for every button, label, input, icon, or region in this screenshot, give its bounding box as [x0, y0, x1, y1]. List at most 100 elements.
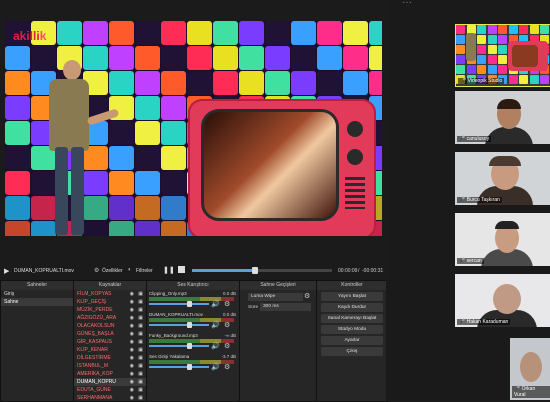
- pause-icon[interactable]: ❚❚: [163, 266, 175, 274]
- exit-button[interactable]: Çıkış: [321, 347, 383, 356]
- volume-slider-handle[interactable]: [187, 343, 192, 349]
- lock-icon[interactable]: ▣: [138, 338, 143, 346]
- disco-tile: [369, 21, 382, 45]
- play-icon[interactable]: ▶: [4, 267, 9, 275]
- source-item[interactable]: GİR_KASPAUS ◉ ▣: [74, 338, 146, 346]
- gear-icon[interactable]: ⚙: [224, 321, 230, 329]
- lock-icon[interactable]: ▣: [138, 306, 143, 314]
- participant-tile[interactable]: 🎤 canulusoy: [455, 91, 550, 144]
- participant-tile[interactable]: 🎤 Burcu Taşkıran: [455, 152, 550, 205]
- visibility-eye-icon[interactable]: ◉: [130, 386, 134, 394]
- transition-type-select[interactable]: Luma Wipe: [248, 293, 303, 301]
- volume-slider-handle[interactable]: [187, 364, 192, 370]
- volume-slider[interactable]: [149, 324, 209, 326]
- participant-tile[interactable]: 🎤 sercan: [455, 213, 550, 266]
- volume-slider[interactable]: [149, 303, 209, 305]
- disco-tile: [161, 46, 186, 70]
- speaker-icon[interactable]: 🔊: [211, 363, 220, 371]
- disco-tile: [161, 21, 186, 45]
- start-streaming-button[interactable]: Yayını Başlat: [321, 292, 383, 301]
- lock-icon[interactable]: ▣: [138, 378, 143, 386]
- visibility-eye-icon[interactable]: ◉: [130, 394, 134, 402]
- more-options-icon[interactable]: ···: [402, 0, 412, 8]
- volume-slider[interactable]: [149, 345, 209, 347]
- speaker-icon[interactable]: 🔊: [211, 342, 220, 350]
- visibility-eye-icon[interactable]: ◉: [130, 306, 134, 314]
- visibility-eye-icon[interactable]: ◉: [130, 298, 134, 306]
- lock-icon[interactable]: ▣: [138, 314, 143, 322]
- lock-icon[interactable]: ▣: [138, 290, 143, 298]
- lock-icon[interactable]: ▣: [138, 386, 143, 394]
- source-item[interactable]: KLİP_GEÇİŞ ◉ ▣: [74, 298, 146, 306]
- visibility-eye-icon[interactable]: ◉: [130, 290, 134, 298]
- participant-name: 🎤 Burcu Taşkıran: [457, 197, 502, 203]
- speaker-icon[interactable]: 🔊: [211, 321, 220, 329]
- gear-icon[interactable]: ⚙: [224, 342, 230, 350]
- disco-tile: [161, 196, 186, 220]
- gear-icon[interactable]: ⚙: [224, 363, 230, 371]
- gear-icon[interactable]: ⚙: [304, 292, 310, 300]
- lock-icon[interactable]: ▣: [138, 370, 143, 378]
- filter-icon[interactable]: ◐: [128, 267, 132, 273]
- disco-tile: [83, 196, 108, 220]
- source-item[interactable]: DİLGESTİRME ◉ ▣: [74, 354, 146, 362]
- participant-tile[interactable]: 🎤 Hakan Karaduman: [455, 274, 550, 327]
- source-item[interactable]: FİLM_KOPYAS ◉ ▣: [74, 290, 146, 298]
- disco-tile: [239, 21, 264, 45]
- duration-input[interactable]: 300 ms: [260, 303, 311, 311]
- scene-item-selected[interactable]: Sahne: [1, 298, 73, 306]
- source-item[interactable]: AĞZIGÖZÜ_ARA ◉ ▣: [74, 314, 146, 322]
- visibility-eye-icon[interactable]: ◉: [130, 338, 134, 346]
- stop-recording-button[interactable]: Kaydı Durdur: [321, 303, 383, 312]
- mini-disco-tile: [519, 75, 528, 84]
- scene-item[interactable]: Giriş: [1, 290, 73, 298]
- disco-tile: [83, 21, 108, 45]
- source-item[interactable]: AMERİKA_KOP ◉ ▣: [74, 370, 146, 378]
- lock-icon[interactable]: ▣: [138, 394, 143, 402]
- source-item[interactable]: İSTANBUL_M ◉ ▣: [74, 362, 146, 370]
- source-item[interactable]: MÜZİK_PERDE ◉ ▣: [74, 306, 146, 314]
- visibility-eye-icon[interactable]: ◉: [130, 362, 134, 370]
- mini-disco-tile: [508, 25, 518, 34]
- volume-slider-handle[interactable]: [187, 322, 192, 328]
- lock-icon[interactable]: ▣: [138, 330, 143, 338]
- participant-tile[interactable]: 🎤 Orkan Vural: [510, 338, 550, 400]
- start-virtual-camera-button[interactable]: Sanal Kamerayı Başlat: [321, 314, 383, 323]
- visibility-eye-icon[interactable]: ◉: [130, 354, 134, 362]
- participant-name: 🎤 Videopik Studio: [458, 78, 505, 84]
- mic-muted-icon: 🎤: [459, 258, 466, 264]
- volume-slider[interactable]: [149, 366, 209, 368]
- visibility-eye-icon[interactable]: ◉: [130, 322, 134, 330]
- stop-icon[interactable]: [178, 266, 185, 273]
- filters-button[interactable]: Filtreler: [136, 268, 153, 274]
- source-item[interactable]: SERHANMANA ◉ ▣: [74, 394, 146, 402]
- time-current: 00:00:09: [338, 268, 358, 274]
- source-item[interactable]: EDUTA_GÜNE ◉ ▣: [74, 386, 146, 394]
- visibility-eye-icon[interactable]: ◉: [130, 378, 134, 386]
- lock-icon[interactable]: ▣: [138, 354, 143, 362]
- studio-mode-button[interactable]: Stüdyo Modu: [321, 325, 383, 334]
- seek-handle[interactable]: [252, 267, 258, 274]
- source-item[interactable]: KLİP_KENAR ◉ ▣: [74, 346, 146, 354]
- visibility-eye-icon[interactable]: ◉: [130, 346, 134, 354]
- participant-tile-active[interactable]: 🎤 Videopik Studio: [455, 24, 550, 87]
- mixer-channel: Clipping_Only.mp3 0.0 dB 🔊 ⚙: [147, 290, 239, 311]
- visibility-eye-icon[interactable]: ◉: [130, 330, 134, 338]
- speaker-icon[interactable]: 🔊: [211, 300, 220, 308]
- source-item[interactable]: GÜNEŞ_BAŞLA ◉ ▣: [74, 330, 146, 338]
- volume-slider-handle[interactable]: [187, 301, 192, 307]
- visibility-eye-icon[interactable]: ◉: [130, 370, 134, 378]
- settings-button[interactable]: Ayarlar: [321, 336, 383, 345]
- controls-panel: Kontroller Yayını Başlat Kaydı Durdur Sa…: [316, 280, 388, 402]
- visibility-eye-icon[interactable]: ◉: [130, 314, 134, 322]
- properties-button[interactable]: Özellikler: [102, 268, 123, 274]
- lock-icon[interactable]: ▣: [138, 298, 143, 306]
- lock-icon[interactable]: ▣: [138, 362, 143, 370]
- lock-icon[interactable]: ▣: [138, 346, 143, 354]
- source-item[interactable]: DUMAN_KOPRU ◉ ▣: [74, 378, 146, 386]
- source-item[interactable]: OLACAKOLSUN ◉ ▣: [74, 322, 146, 330]
- gear-icon[interactable]: ⚙: [224, 300, 230, 308]
- seek-bar[interactable]: [192, 269, 332, 272]
- gear-icon[interactable]: ⚙: [94, 267, 99, 274]
- lock-icon[interactable]: ▣: [138, 322, 143, 330]
